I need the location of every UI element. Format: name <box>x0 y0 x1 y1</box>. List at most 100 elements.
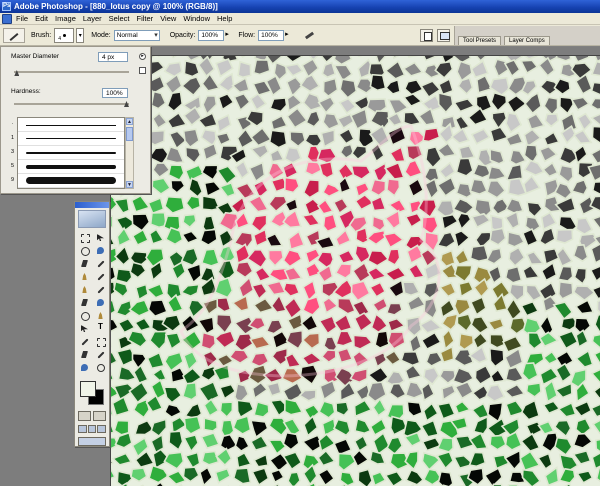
photoshop-logo-icon[interactable] <box>2 13 12 24</box>
hardness-label: Hardness: <box>11 88 41 95</box>
brush-preset-item[interactable] <box>18 118 124 132</box>
quick-mask-mode-button[interactable] <box>93 411 106 421</box>
tool-preset-picker-brush-icon[interactable] <box>3 27 25 43</box>
brush-label: Brush: <box>31 31 52 39</box>
menu-image[interactable]: Image <box>55 13 76 25</box>
menu-bar: File Edit Image Layer Select Filter View… <box>0 13 600 25</box>
mosaic-tile <box>237 60 252 79</box>
document-canvas[interactable] <box>110 55 600 486</box>
photoshop-feather-logo-icon[interactable] <box>78 210 106 228</box>
mosaic-tile <box>355 226 369 245</box>
master-diameter-field[interactable]: 4 px <box>98 52 128 62</box>
menu-view[interactable]: View <box>160 13 176 25</box>
notes-tool-icon[interactable] <box>78 349 92 360</box>
opacity-label: Opacity: <box>169 31 196 39</box>
jump-to-imageready-button[interactable] <box>78 437 106 446</box>
tab-tool-presets[interactable]: Tool Presets <box>458 36 502 45</box>
color-swatches <box>78 379 106 407</box>
brush-picker-panel: Master Diameter ▸ 4 px Hardness: 100% · … <box>0 46 151 194</box>
brush-preset-item[interactable] <box>18 174 124 188</box>
tab-layer-comps[interactable]: Layer Comps <box>504 36 550 45</box>
healing-brush-tool-icon[interactable] <box>78 271 92 282</box>
toolbox-title-bar[interactable] <box>75 202 109 208</box>
menu-filter[interactable]: Filter <box>137 13 154 25</box>
mosaic-tile <box>437 470 454 486</box>
mode-select[interactable]: Normal <box>113 29 160 41</box>
full-screen-mode-button[interactable] <box>97 425 107 433</box>
scroll-down-arrow-icon[interactable]: ▼ <box>126 181 133 188</box>
opacity-field[interactable]: 100% <box>198 29 225 41</box>
photoshop-app-icon[interactable] <box>2 0 11 13</box>
mosaic-tile <box>335 401 350 417</box>
standard-screen-mode-button[interactable] <box>78 425 87 433</box>
window-title: Adobe Photoshop - [880_lotus copy @ 100%… <box>14 2 218 11</box>
eraser-tool-icon[interactable] <box>78 297 92 308</box>
master-diameter-label: Master Diameter <box>11 53 60 60</box>
mosaic-tile <box>203 417 219 432</box>
full-screen-menu-mode-button[interactable] <box>87 425 97 433</box>
brush-num: 5 <box>10 163 15 169</box>
scroll-thumb[interactable] <box>126 127 133 141</box>
magic-wand-tool-icon[interactable] <box>94 245 108 256</box>
mosaic-tile <box>322 213 338 233</box>
brush-tip-dot-icon <box>63 33 67 37</box>
mosaic-tile <box>469 244 490 263</box>
mosaic-tile <box>115 268 133 284</box>
brush-preset-item[interactable] <box>18 146 124 160</box>
hardness-field[interactable]: 100% <box>102 88 128 98</box>
options-bar: Brush: 4 ▾ Mode: Normal Opacity: 100% ▸ … <box>0 25 600 46</box>
mosaic-tile <box>374 330 390 349</box>
marquee-tool-icon[interactable] <box>78 232 92 243</box>
file-browser-icon[interactable] <box>420 29 433 42</box>
move-tool-icon[interactable] <box>94 232 108 243</box>
dodge-tool-icon[interactable] <box>94 310 108 321</box>
menu-select[interactable]: Select <box>109 13 130 25</box>
menu-window[interactable]: Window <box>183 13 210 25</box>
brush-panel-menu-arrow-icon[interactable]: ▸ <box>139 53 146 60</box>
standard-mode-button[interactable] <box>78 411 91 421</box>
save-brush-preset-icon[interactable] <box>139 67 146 74</box>
brush-num: · <box>11 121 14 127</box>
slice-tool-icon[interactable] <box>94 258 108 269</box>
flow-field[interactable]: 100% <box>258 29 285 41</box>
toggle-palettes-icon[interactable] <box>437 29 450 42</box>
brush-tool-icon[interactable] <box>94 271 108 282</box>
eyedropper-tool-icon[interactable] <box>94 349 108 360</box>
pen-tool-icon[interactable] <box>78 336 92 347</box>
opacity-slider-arrow-icon[interactable]: ▸ <box>225 30 232 41</box>
menu-edit[interactable]: Edit <box>35 13 48 25</box>
brush-preview[interactable]: 4 <box>54 27 75 43</box>
airbrush-icon[interactable] <box>302 28 316 42</box>
blur-tool-icon[interactable] <box>78 310 92 321</box>
flow-label: Flow: <box>238 31 256 39</box>
shape-tool-icon[interactable] <box>94 336 108 347</box>
brush-preset-item[interactable] <box>18 160 124 174</box>
master-diameter-slider[interactable] <box>14 71 129 73</box>
clone-stamp-tool-icon[interactable] <box>78 284 92 295</box>
foreground-color-swatch[interactable] <box>80 381 96 397</box>
mode-label: Mode: <box>91 31 111 39</box>
screen-mode-buttons <box>78 425 107 433</box>
zoom-tool-icon[interactable] <box>94 362 108 373</box>
menu-file[interactable]: File <box>16 13 28 25</box>
scroll-up-arrow-icon[interactable]: ▲ <box>126 118 133 125</box>
hand-tool-icon[interactable] <box>78 362 92 373</box>
mask-mode-buttons <box>78 411 106 421</box>
palette-well: Tool Presets Layer Comps <box>454 26 600 45</box>
paint-bucket-tool-icon[interactable] <box>94 297 108 308</box>
tool-grid <box>75 230 109 375</box>
brush-preset-item[interactable] <box>18 132 124 146</box>
type-tool-icon[interactable] <box>94 322 108 334</box>
menu-help[interactable]: Help <box>217 13 232 25</box>
brush-list-scrollbar[interactable]: ▲ ▼ <box>125 117 134 189</box>
lasso-tool-icon[interactable] <box>78 245 92 256</box>
menu-layer[interactable]: Layer <box>83 13 102 25</box>
brush-picker-chevron-down-icon[interactable]: ▾ <box>76 27 85 43</box>
mosaic-tile <box>455 157 474 177</box>
flow-slider-arrow-icon[interactable]: ▸ <box>285 30 292 41</box>
hardness-slider[interactable] <box>14 103 129 105</box>
crop-tool-icon[interactable] <box>78 258 92 269</box>
path-selection-tool-icon[interactable] <box>78 323 92 334</box>
history-brush-tool-icon[interactable] <box>94 284 108 295</box>
mosaic-tile <box>555 228 574 244</box>
